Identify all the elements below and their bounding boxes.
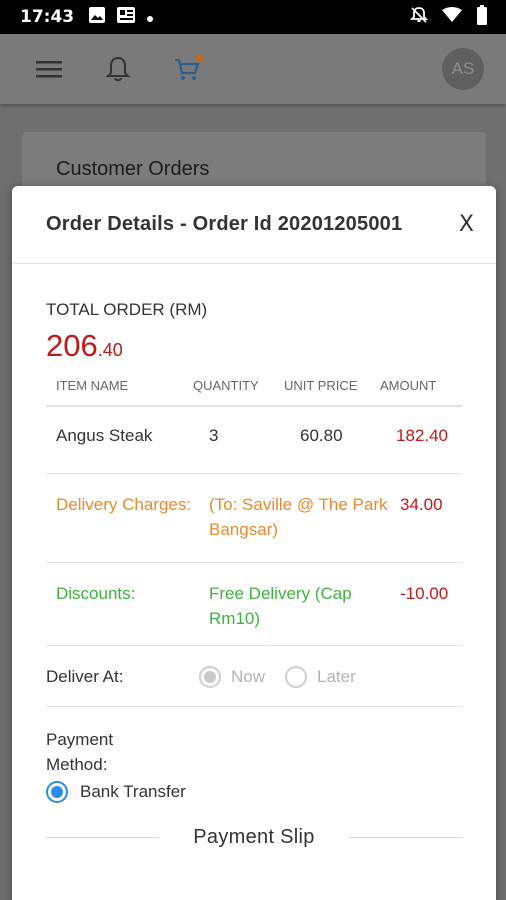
divider-line-right [348, 837, 462, 838]
app-bar: AS [0, 34, 506, 104]
modal-title: Order Details - Order Id 20201205001 [46, 213, 403, 235]
deliver-at-label: Deliver At: [46, 667, 124, 686]
total-order-label: TOTAL ORDER (RM) [46, 300, 208, 319]
mute-icon [409, 6, 429, 28]
status-time: 17:43 [20, 7, 75, 27]
dot-icon [146, 8, 154, 27]
item-quantity: 3 [209, 426, 219, 445]
divider-line-left [46, 837, 160, 838]
wifi-icon [442, 7, 462, 27]
avatar[interactable]: AS [442, 48, 484, 90]
payment-slip-title: Payment Slip [193, 826, 315, 848]
status-bar: 17:43 [0, 0, 506, 34]
discount-amount: -10.00 [400, 584, 449, 603]
cart-icon[interactable] [174, 54, 204, 81]
bank-transfer-radio[interactable]: Bank Transfer [46, 779, 462, 804]
payment-method-section: Payment Method: Bank Transfer [46, 707, 462, 804]
order-details-modal: Order Details - Order Id 20201205001 X T… [12, 186, 496, 900]
bell-icon[interactable] [106, 55, 130, 83]
item-amount: 182.40 [396, 426, 448, 445]
total-cents: .40 [97, 340, 123, 360]
table-row: Angus Steak 3 60.80 182.40 [46, 407, 462, 474]
col-item-name: ITEM NAME [56, 378, 129, 393]
deliver-later-label: Later [317, 667, 356, 686]
deliver-later-radio[interactable]: Later [285, 666, 356, 688]
payment-slip-divider: Payment Slip [46, 826, 462, 849]
delivery-charges-row: Delivery Charges: (To: Saville @ The Par… [46, 474, 462, 563]
col-quantity: QUANTITY [193, 378, 259, 393]
delivery-amount: 34.00 [400, 495, 443, 514]
col-unit-price: UNIT PRICE [284, 378, 358, 393]
cart-badge [196, 54, 204, 62]
total-main: 206 [46, 328, 98, 363]
modal-header: Order Details - Order Id 20201205001 X [12, 186, 496, 264]
radio-unselected-icon [285, 666, 308, 688]
news-icon [116, 6, 136, 28]
battery-icon [476, 5, 488, 29]
discounts-row: Discounts: Free Delivery (Cap Rm10) -10.… [46, 563, 462, 646]
delivery-detail: (To: Saville @ The Park Bangsar) [209, 495, 388, 539]
table-header: ITEM NAME QUANTITY UNIT PRICE AMOUNT [46, 374, 462, 407]
discount-detail: Free Delivery (Cap Rm10) [209, 584, 352, 628]
deliver-now-radio[interactable]: Now [199, 666, 265, 688]
item-unit-price: 60.80 [300, 426, 343, 445]
radio-selected-icon [46, 780, 68, 803]
discount-label: Discounts: [56, 584, 136, 603]
deliver-now-label: Now [231, 667, 266, 686]
menu-icon[interactable] [36, 59, 62, 79]
deliver-at-row: Deliver At: Now Later [46, 646, 462, 707]
payment-method-label: Payment Method: [46, 730, 114, 774]
radio-selected-icon [199, 666, 221, 688]
customer-orders-title: Customer Orders [56, 158, 210, 180]
close-button[interactable]: X [459, 213, 474, 236]
delivery-label: Delivery Charges: [56, 495, 192, 514]
total-order-amount: 206.40 [46, 328, 462, 364]
col-amount: AMOUNT [380, 378, 437, 393]
bank-transfer-label: Bank Transfer [80, 782, 186, 801]
item-name: Angus Steak [56, 426, 153, 445]
image-icon [88, 6, 106, 28]
